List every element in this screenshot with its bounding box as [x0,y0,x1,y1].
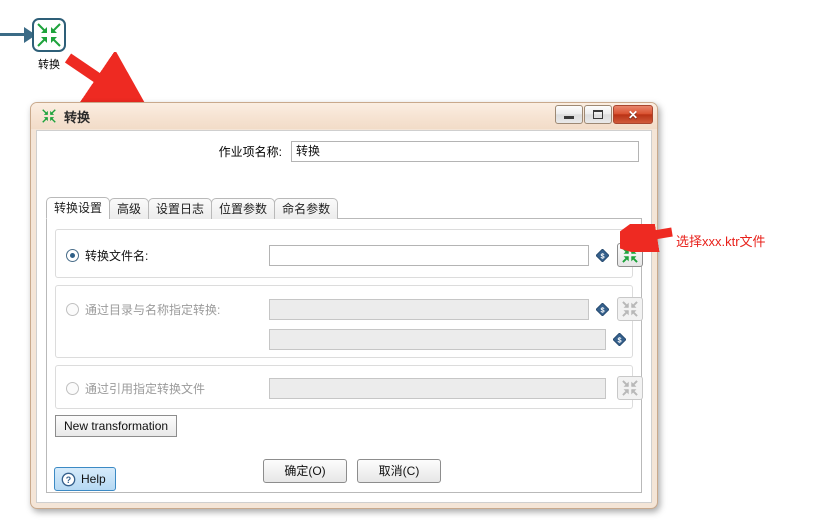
browse-reference-button[interactable] [617,376,643,400]
jobname-input[interactable]: 转换 [291,141,639,162]
svg-text:$: $ [600,251,604,260]
transformation-icon [37,23,61,47]
jobname-row: 作业项名称: 转换 [37,141,651,162]
red-arrow-icon [620,224,673,252]
transformation-directory-input[interactable] [269,298,589,320]
close-button[interactable]: ✕ [613,105,653,124]
tab-transformation-settings[interactable]: 转换设置 [46,197,111,219]
tab-named-parameters[interactable]: 命名参数 [274,198,339,219]
radio-by-reference-label: 通过引用指定转换文件 [85,381,206,396]
maximize-button[interactable] [584,105,612,124]
radio-by-filename[interactable] [66,248,79,262]
minimize-icon [564,116,574,119]
tab-strip: 转换设置 高级 设置日志 位置参数 命名参数 [46,197,642,219]
variable-dollar-icon[interactable]: $ [596,302,609,316]
radio-by-directory-label: 通过目录与名称指定转换: [85,302,221,317]
transformation-icon [622,380,638,396]
group-by-directory: 通过目录与名称指定转换: $ $ [55,285,643,358]
transformation-reference-input[interactable] [269,377,606,399]
transformation-job-entry-dialog: 转换 ✕ 作业项名称: 转换 转换设置 高级 设置日志 位置参数 命名参数 转换… [30,102,658,509]
variable-dollar-icon[interactable]: $ [596,248,609,262]
canvas-node[interactable]: 转换 [0,18,66,71]
window-controls: ✕ [554,105,653,124]
transformation-name-input[interactable] [269,328,606,350]
tab-positional-parameters[interactable]: 位置参数 [211,198,276,219]
minimize-button[interactable] [555,105,583,124]
jobname-label: 作业项名称: [218,145,282,159]
dialog-body: 作业项名称: 转换 转换设置 高级 设置日志 位置参数 命名参数 转换文件名: [36,130,652,503]
tab-panel-transformation-settings: 转换文件名: $ 通过目录与名称指定转换: $ $ 通过引用指定转换文件 New… [46,218,643,493]
tab-advanced[interactable]: 高级 [109,198,150,219]
radio-by-directory[interactable] [66,302,79,316]
transformation-icon [42,109,56,123]
close-icon: ✕ [627,107,639,122]
node-box[interactable] [32,18,66,52]
tab-folder: 转换设置 高级 设置日志 位置参数 命名参数 转换文件名: $ 通过目录与名称指… [46,197,643,493]
cancel-button[interactable]: 取消(C) [357,459,441,483]
svg-text:$: $ [600,305,604,314]
annotation-select-ktr-file: 选择xxx.ktr文件 [676,234,766,249]
variable-dollar-icon[interactable]: $ [613,332,626,346]
svg-text:$: $ [617,335,621,344]
dialog-title: 转换 [64,109,91,125]
tab-logging[interactable]: 设置日志 [148,198,213,219]
group-by-filename: 转换文件名: $ [55,229,643,278]
browse-directory-button[interactable] [617,297,643,321]
transformation-icon [622,301,638,317]
svg-text:?: ? [66,474,71,484]
help-button-label: Help [81,472,106,486]
radio-by-filename-label: 转换文件名: [85,248,149,263]
maximize-icon [593,110,603,119]
radio-by-reference[interactable] [66,381,79,395]
dialog-title-bar[interactable]: 转换 ✕ [31,103,657,129]
help-button[interactable]: ? Help [54,467,116,491]
ok-button[interactable]: 确定(O) [263,459,347,483]
question-mark-icon: ? [61,472,76,486]
transformation-filename-input[interactable] [269,244,589,266]
new-transformation-button[interactable]: New transformation [55,415,178,437]
group-by-reference: 通过引用指定转换文件 [55,365,643,409]
